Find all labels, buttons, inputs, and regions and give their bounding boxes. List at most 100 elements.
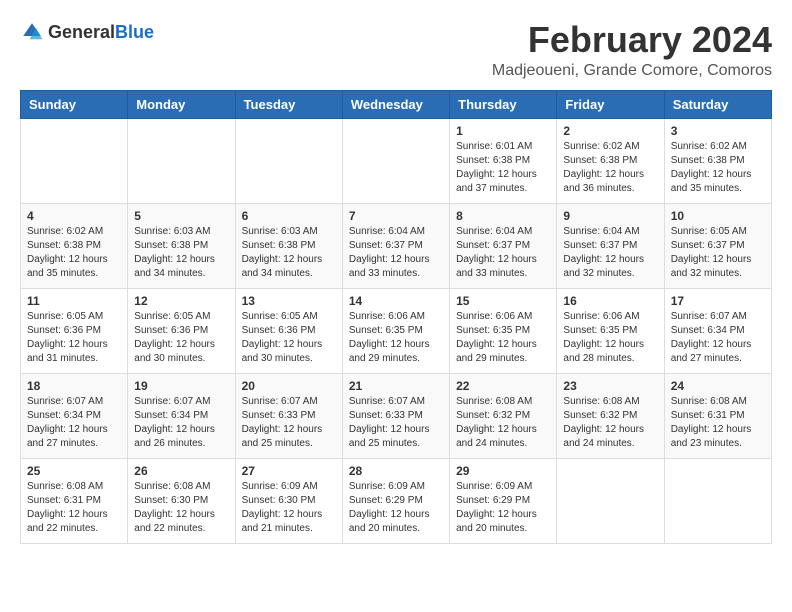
calendar-cell: 18 Sunrise: 6:07 AM Sunset: 6:34 PM Dayli… xyxy=(21,373,128,458)
calendar-cell xyxy=(664,458,771,543)
day-info: Sunrise: 6:07 AM Sunset: 6:34 PM Dayligh… xyxy=(27,395,121,451)
day-info: Sunrise: 6:04 AM Sunset: 6:37 PM Dayligh… xyxy=(349,225,443,281)
calendar-week-row: 1 Sunrise: 6:01 AM Sunset: 6:38 PM Daylig… xyxy=(21,118,772,203)
day-info: Sunrise: 6:05 AM Sunset: 6:36 PM Dayligh… xyxy=(134,310,228,366)
day-number: 29 xyxy=(456,464,550,478)
day-number: 21 xyxy=(349,379,443,393)
calendar-cell: 27Sunrise: 6:09 AM Sunset: 6:30 PM Dayli… xyxy=(235,458,342,543)
calendar-cell: 24 Sunrise: 6:08 AM Sunset: 6:31 PM Dayli… xyxy=(664,373,771,458)
calendar-cell: 8 Sunrise: 6:04 AM Sunset: 6:37 PM Daylig… xyxy=(450,203,557,288)
calendar-header-sunday: Sunday xyxy=(21,90,128,118)
calendar-week-row: 11Sunrise: 6:05 AM Sunset: 6:36 PM Dayli… xyxy=(21,288,772,373)
day-number: 12 xyxy=(134,294,228,308)
calendar-cell: 17Sunrise: 6:07 AM Sunset: 6:34 PM Dayli… xyxy=(664,288,771,373)
day-number: 2 xyxy=(563,124,657,138)
calendar-cell: 1 Sunrise: 6:01 AM Sunset: 6:38 PM Daylig… xyxy=(450,118,557,203)
day-number: 24 xyxy=(671,379,765,393)
day-info: Sunrise: 6:06 AM Sunset: 6:35 PM Dayligh… xyxy=(456,310,550,366)
day-number: 14 xyxy=(349,294,443,308)
day-info: Sunrise: 6:03 AM Sunset: 6:38 PM Dayligh… xyxy=(134,225,228,281)
calendar-cell: 28 Sunrise: 6:09 AM Sunset: 6:29 PM Dayli… xyxy=(342,458,449,543)
title-area: February 2024 Madjeoueni, Grande Comore,… xyxy=(492,20,772,80)
day-info: Sunrise: 6:05 AM Sunset: 6:36 PM Dayligh… xyxy=(242,310,336,366)
day-info: Sunrise: 6:03 AM Sunset: 6:38 PM Dayligh… xyxy=(242,225,336,281)
calendar-header-wednesday: Wednesday xyxy=(342,90,449,118)
day-info: Sunrise: 6:07 AM Sunset: 6:34 PM Dayligh… xyxy=(671,310,765,366)
calendar-cell: 5 Sunrise: 6:03 AM Sunset: 6:38 PM Daylig… xyxy=(128,203,235,288)
logo-icon xyxy=(20,20,44,44)
day-number: 9 xyxy=(563,209,657,223)
calendar-week-row: 4Sunrise: 6:02 AM Sunset: 6:38 PM Daylig… xyxy=(21,203,772,288)
calendar-cell: 13 Sunrise: 6:05 AM Sunset: 6:36 PM Dayli… xyxy=(235,288,342,373)
day-info: Sunrise: 6:07 AM Sunset: 6:33 PM Dayligh… xyxy=(349,395,443,451)
day-info: Sunrise: 6:07 AM Sunset: 6:34 PM Dayligh… xyxy=(134,395,228,451)
day-info: Sunrise: 6:04 AM Sunset: 6:37 PM Dayligh… xyxy=(456,225,550,281)
day-number: 5 xyxy=(134,209,228,223)
day-number: 10 xyxy=(671,209,765,223)
day-info: Sunrise: 6:05 AM Sunset: 6:36 PM Dayligh… xyxy=(27,310,121,366)
calendar-cell: 3 Sunrise: 6:02 AM Sunset: 6:38 PM Daylig… xyxy=(664,118,771,203)
day-number: 1 xyxy=(456,124,550,138)
calendar-cell: 2Sunrise: 6:02 AM Sunset: 6:38 PM Daylig… xyxy=(557,118,664,203)
calendar-header-monday: Monday xyxy=(128,90,235,118)
day-info: Sunrise: 6:04 AM Sunset: 6:37 PM Dayligh… xyxy=(563,225,657,281)
day-number: 8 xyxy=(456,209,550,223)
day-number: 13 xyxy=(242,294,336,308)
calendar-cell: 11Sunrise: 6:05 AM Sunset: 6:36 PM Dayli… xyxy=(21,288,128,373)
logo-text-general: General xyxy=(48,22,115,42)
calendar-header-thursday: Thursday xyxy=(450,90,557,118)
calendar-cell: 12 Sunrise: 6:05 AM Sunset: 6:36 PM Dayli… xyxy=(128,288,235,373)
calendar-cell: 29 Sunrise: 6:09 AM Sunset: 6:29 PM Dayli… xyxy=(450,458,557,543)
day-info: Sunrise: 6:01 AM Sunset: 6:38 PM Dayligh… xyxy=(456,140,550,196)
day-number: 3 xyxy=(671,124,765,138)
day-info: Sunrise: 6:02 AM Sunset: 6:38 PM Dayligh… xyxy=(671,140,765,196)
day-number: 28 xyxy=(349,464,443,478)
calendar-cell: 23 Sunrise: 6:08 AM Sunset: 6:32 PM Dayli… xyxy=(557,373,664,458)
day-number: 16 xyxy=(563,294,657,308)
calendar-cell: 26Sunrise: 6:08 AM Sunset: 6:30 PM Dayli… xyxy=(128,458,235,543)
day-info: Sunrise: 6:07 AM Sunset: 6:33 PM Dayligh… xyxy=(242,395,336,451)
calendar-cell: 10 Sunrise: 6:05 AM Sunset: 6:37 PM Dayli… xyxy=(664,203,771,288)
day-info: Sunrise: 6:08 AM Sunset: 6:32 PM Dayligh… xyxy=(456,395,550,451)
day-number: 23 xyxy=(563,379,657,393)
calendar-cell: 15Sunrise: 6:06 AM Sunset: 6:35 PM Dayli… xyxy=(450,288,557,373)
calendar-cell: 7 Sunrise: 6:04 AM Sunset: 6:37 PM Daylig… xyxy=(342,203,449,288)
calendar-cell: 4Sunrise: 6:02 AM Sunset: 6:38 PM Daylig… xyxy=(21,203,128,288)
day-number: 7 xyxy=(349,209,443,223)
day-info: Sunrise: 6:08 AM Sunset: 6:31 PM Dayligh… xyxy=(671,395,765,451)
calendar-header-friday: Friday xyxy=(557,90,664,118)
day-info: Sunrise: 6:09 AM Sunset: 6:29 PM Dayligh… xyxy=(456,480,550,536)
calendar-cell: 21 Sunrise: 6:07 AM Sunset: 6:33 PM Dayli… xyxy=(342,373,449,458)
day-info: Sunrise: 6:09 AM Sunset: 6:29 PM Dayligh… xyxy=(349,480,443,536)
day-number: 19 xyxy=(134,379,228,393)
logo-text-blue: Blue xyxy=(115,22,154,42)
calendar-week-row: 18 Sunrise: 6:07 AM Sunset: 6:34 PM Dayli… xyxy=(21,373,772,458)
calendar-cell xyxy=(21,118,128,203)
calendar-cell xyxy=(557,458,664,543)
page-subtitle: Madjeoueni, Grande Comore, Comoros xyxy=(492,62,772,80)
calendar-cell: 6 Sunrise: 6:03 AM Sunset: 6:38 PM Daylig… xyxy=(235,203,342,288)
page-header: GeneralBlue February 2024 Madjeoueni, Gr… xyxy=(20,20,772,80)
calendar-header-tuesday: Tuesday xyxy=(235,90,342,118)
calendar-cell xyxy=(342,118,449,203)
calendar-cell: 20Sunrise: 6:07 AM Sunset: 6:33 PM Dayli… xyxy=(235,373,342,458)
day-info: Sunrise: 6:05 AM Sunset: 6:37 PM Dayligh… xyxy=(671,225,765,281)
day-number: 25 xyxy=(27,464,121,478)
day-number: 27 xyxy=(242,464,336,478)
day-number: 22 xyxy=(456,379,550,393)
day-info: Sunrise: 6:02 AM Sunset: 6:38 PM Dayligh… xyxy=(27,225,121,281)
calendar-cell: 14 Sunrise: 6:06 AM Sunset: 6:35 PM Dayli… xyxy=(342,288,449,373)
logo: GeneralBlue xyxy=(20,20,154,44)
calendar-table: SundayMondayTuesdayWednesdayThursdayFrid… xyxy=(20,90,772,544)
day-number: 6 xyxy=(242,209,336,223)
day-info: Sunrise: 6:06 AM Sunset: 6:35 PM Dayligh… xyxy=(349,310,443,366)
page-title: February 2024 xyxy=(492,20,772,60)
day-info: Sunrise: 6:08 AM Sunset: 6:31 PM Dayligh… xyxy=(27,480,121,536)
calendar-cell: 25 Sunrise: 6:08 AM Sunset: 6:31 PM Dayli… xyxy=(21,458,128,543)
calendar-week-row: 25 Sunrise: 6:08 AM Sunset: 6:31 PM Dayli… xyxy=(21,458,772,543)
day-number: 26 xyxy=(134,464,228,478)
day-number: 18 xyxy=(27,379,121,393)
day-info: Sunrise: 6:08 AM Sunset: 6:32 PM Dayligh… xyxy=(563,395,657,451)
calendar-header-row: SundayMondayTuesdayWednesdayThursdayFrid… xyxy=(21,90,772,118)
calendar-cell: 19 Sunrise: 6:07 AM Sunset: 6:34 PM Dayli… xyxy=(128,373,235,458)
